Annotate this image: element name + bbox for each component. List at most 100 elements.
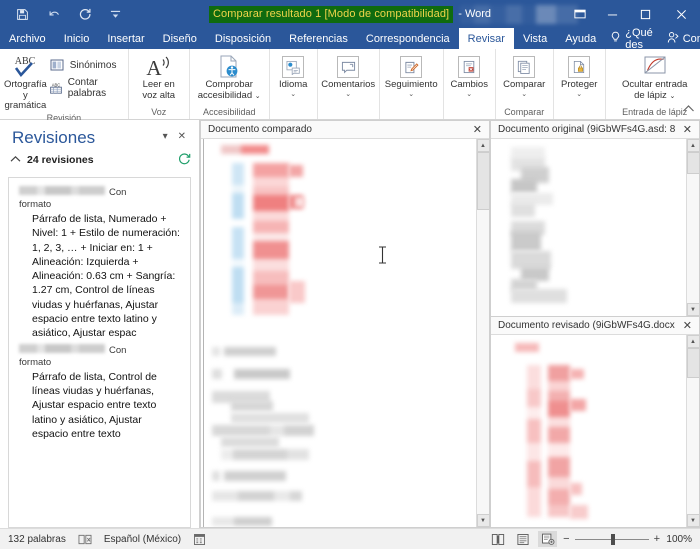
original-document-body[interactable]: ▲ ▼ — [491, 139, 699, 316]
hide-ink-button[interactable]: Ocultar entrada de lápiz ⌄ — [608, 52, 700, 102]
ribbon-display-options-icon[interactable] — [563, 0, 596, 28]
word-count-status[interactable]: 132 palabras — [8, 534, 66, 545]
revision-entry[interactable]: Con formato Párrafo de lista, Control de… — [19, 343, 180, 441]
protect-label: Proteger — [560, 79, 598, 90]
restore-button[interactable] — [629, 0, 662, 28]
ribbon-tab-strip: Archivo Inicio Insertar Diseño Disposici… — [0, 27, 700, 51]
tab-disposicion[interactable]: Disposición — [206, 28, 280, 49]
revised-document-surface[interactable] — [491, 335, 686, 527]
protect-button[interactable]: Proteger ⌄ — [555, 52, 603, 99]
tab-diseno[interactable]: Diseño — [154, 28, 206, 49]
print-layout-icon[interactable] — [538, 531, 558, 547]
tab-correspondencia[interactable]: Correspondencia — [357, 28, 459, 49]
compare-label: Comparar — [503, 79, 546, 90]
revisions-pane-close-icon[interactable]: ✕ — [173, 128, 191, 142]
ribbon-group-voz: A Leer en voz alta Voz — [129, 49, 190, 119]
proofing-errors-icon[interactable] — [78, 533, 92, 546]
chevron-down-icon[interactable]: ⌄ — [466, 91, 472, 99]
share-label: Compartir — [682, 32, 700, 45]
collapse-ribbon-button[interactable] — [682, 104, 695, 116]
scroll-down-button[interactable]: ▼ — [686, 303, 699, 316]
scroll-track[interactable] — [476, 152, 489, 514]
share-button[interactable]: Compartir — [662, 31, 700, 47]
collapse-chevron-icon[interactable] — [10, 155, 21, 166]
scroll-thumb[interactable] — [476, 152, 489, 210]
scroll-down-button[interactable]: ▼ — [476, 514, 489, 527]
focus-mode-icon[interactable] — [488, 531, 507, 547]
spelling-grammar-button[interactable]: ABC Ortografía y gramática — [2, 52, 49, 112]
compared-document-scrollbar[interactable]: ▲ ▼ — [476, 139, 489, 527]
scroll-track[interactable] — [686, 348, 699, 514]
track-changes-button[interactable]: Seguimiento ⌄ — [381, 52, 441, 99]
revision-small-buttons: Sinónimos ABC Contar palabras — [49, 52, 126, 99]
compared-document-surface[interactable] — [201, 139, 476, 527]
comments-icon — [337, 54, 360, 80]
customize-qat-icon[interactable] — [107, 6, 124, 23]
compared-document-close-icon[interactable]: ✕ — [470, 123, 485, 136]
read-aloud-button[interactable]: A Leer en voz alta — [131, 52, 187, 101]
scroll-up-button[interactable]: ▲ — [476, 139, 489, 152]
scroll-thumb[interactable] — [686, 348, 699, 378]
thesaurus-button[interactable]: Sinónimos — [49, 57, 126, 73]
chevron-down-icon[interactable]: ⌄ — [345, 91, 351, 99]
revision-author-row: Con — [19, 343, 180, 356]
tab-referencias[interactable]: Referencias — [280, 28, 357, 49]
compared-document-header: Documento comparado ✕ — [201, 121, 489, 139]
save-icon[interactable] — [14, 6, 31, 23]
ribbon-group-accesibilidad: Comprobar accesibilidad ⌄ Accesibilidad — [190, 49, 270, 119]
minimize-button[interactable] — [596, 0, 629, 28]
compared-document-pane: Documento comparado ✕ ▲ ▼ — [200, 120, 490, 528]
refresh-icon[interactable] — [178, 152, 191, 168]
tab-inicio[interactable]: Inicio — [55, 28, 99, 49]
original-document-scrollbar[interactable]: ▲ ▼ — [686, 139, 699, 316]
language-status[interactable]: Español (México) — [104, 534, 181, 545]
language-button[interactable]: Idioma ⌄ — [271, 52, 315, 99]
scroll-up-button[interactable]: ▲ — [686, 335, 699, 348]
scroll-up-button[interactable]: ▲ — [686, 139, 699, 152]
scroll-track[interactable] — [686, 152, 699, 303]
redo-icon[interactable] — [76, 6, 93, 23]
language-icon — [282, 54, 305, 80]
revisions-pane-header: Revisiones ▾ ✕ — [0, 120, 199, 150]
tab-revisar[interactable]: Revisar — [458, 28, 514, 49]
check-accessibility-button[interactable]: Comprobar accesibilidad ⌄ — [191, 52, 267, 102]
scroll-thumb[interactable] — [686, 152, 699, 174]
revision-author-blurred — [19, 343, 105, 353]
group-label-seguimiento — [382, 106, 441, 119]
chevron-down-icon[interactable]: ⌄ — [521, 91, 527, 99]
revisions-list[interactable]: Con formato Párrafo de lista, Numerado +… — [8, 177, 191, 528]
tab-archivo[interactable]: Archivo — [0, 28, 55, 49]
original-document-close-icon[interactable]: ✕ — [680, 123, 695, 136]
window-controls — [563, 0, 700, 28]
revised-document-body[interactable]: ▲ ▼ — [491, 335, 699, 527]
compare-button[interactable]: Comparar ⌄ — [497, 52, 551, 99]
zoom-out-button[interactable]: − — [563, 533, 569, 545]
tab-vista[interactable]: Vista — [514, 28, 556, 49]
tell-me-search[interactable]: ¿Qué des — [605, 27, 658, 51]
comments-button[interactable]: Comentarios ⌄ — [319, 52, 377, 99]
original-document-surface[interactable] — [491, 139, 686, 316]
zoom-slider[interactable]: − + — [563, 533, 660, 545]
revision-entry[interactable]: Con formato Párrafo de lista, Numerado +… — [19, 186, 180, 341]
chevron-down-icon[interactable]: ⌄ — [290, 91, 296, 99]
accessibility-icon[interactable] — [193, 533, 206, 546]
tab-ayuda[interactable]: Ayuda — [556, 28, 605, 49]
revised-document-scrollbar[interactable]: ▲ ▼ — [686, 335, 699, 527]
zoom-in-button[interactable]: + — [654, 533, 660, 545]
zoom-thumb[interactable] — [610, 533, 615, 545]
chevron-down-icon[interactable]: ⌄ — [408, 91, 414, 99]
doc-line — [212, 517, 272, 526]
close-button[interactable] — [662, 0, 700, 28]
tab-insertar[interactable]: Insertar — [98, 28, 153, 49]
revised-document-close-icon[interactable]: ✕ — [680, 319, 695, 332]
zoom-track[interactable] — [574, 533, 649, 545]
undo-icon[interactable] — [45, 6, 62, 23]
changes-button[interactable]: Cambios ⌄ — [445, 52, 493, 99]
revisions-pane-options-icon[interactable]: ▾ — [158, 128, 173, 142]
zoom-level-label[interactable]: 100% — [666, 534, 692, 545]
scroll-down-button[interactable]: ▼ — [686, 514, 699, 527]
word-count-button[interactable]: ABC Contar palabras — [49, 77, 126, 99]
compared-document-body[interactable]: ▲ ▼ — [201, 139, 489, 527]
chevron-down-icon[interactable]: ⌄ — [576, 91, 582, 99]
read-mode-icon[interactable] — [513, 531, 532, 547]
